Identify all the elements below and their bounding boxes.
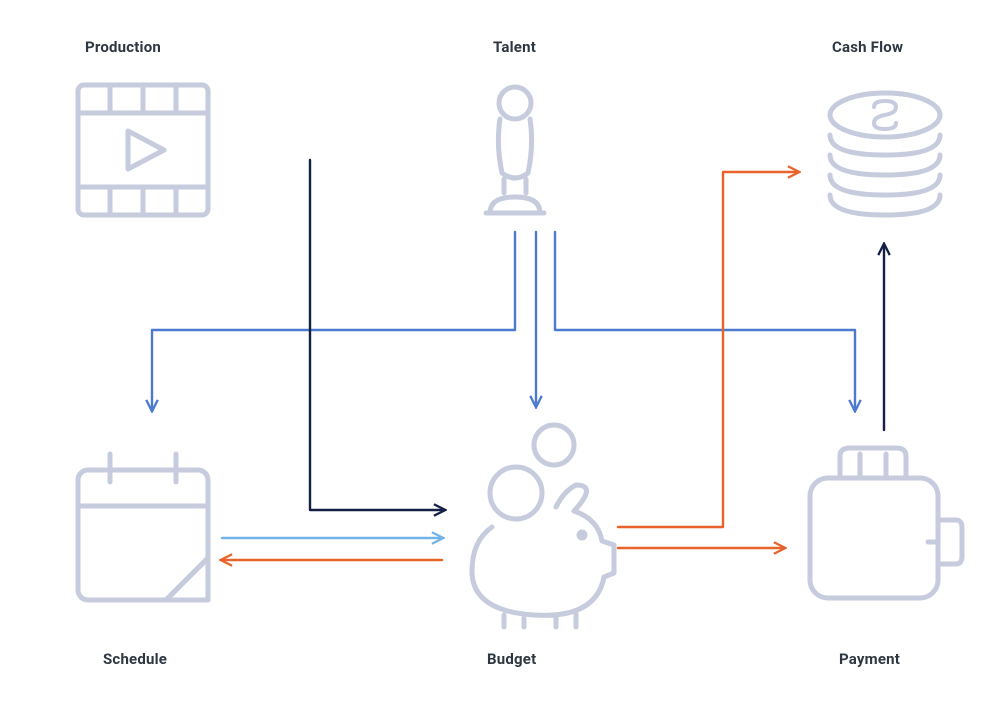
edge-budget-to-cashflow [618, 172, 798, 527]
edge-talent-to-payment [555, 232, 855, 410]
wallet-icon [810, 448, 962, 598]
edge-talent-to-schedule [152, 232, 515, 410]
edge-production-to-budget [310, 160, 444, 510]
coin-stack-icon [830, 93, 940, 215]
calendar-icon [78, 454, 208, 600]
piggy-bank-icon [472, 425, 614, 627]
flow-diagram [0, 0, 1000, 709]
film-clip-icon [78, 85, 208, 215]
award-statue-icon [486, 87, 544, 213]
